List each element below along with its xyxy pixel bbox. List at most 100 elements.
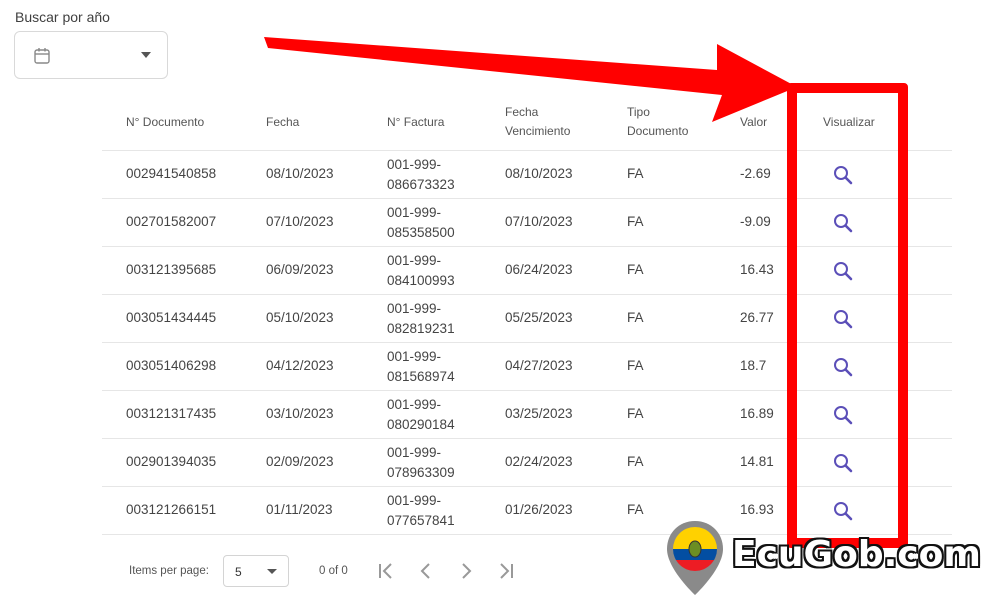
cell-factura-line: 001-999-: [387, 349, 442, 364]
cell-valor: 26.77: [740, 310, 774, 325]
cell-documento: 003121266151: [126, 502, 217, 517]
year-picker[interactable]: [14, 31, 168, 79]
cell-tipo: FA: [627, 502, 644, 517]
chevron-left-icon[interactable]: [414, 559, 438, 583]
table-row: 002701582007 07/10/2023 07/10/2023 FA -9.09 0…: [102, 199, 952, 247]
search-icon: [834, 454, 853, 473]
cell-vencimiento: 01/26/2023: [505, 502, 573, 517]
header-vencimiento[interactable]: Fecha Vencimiento: [505, 103, 570, 141]
cell-factura: 001-999- 082819231: [387, 299, 455, 339]
header-factura[interactable]: N° Factura: [387, 113, 444, 132]
cell-factura-line: 085358500: [387, 225, 455, 240]
table-header: N° Documento Fecha N° Factura Fecha Venc…: [102, 90, 952, 151]
view-document-button[interactable]: [828, 209, 858, 237]
cell-documento: 002701582007: [126, 214, 217, 229]
cell-factura: 001-999- 078963309: [387, 443, 455, 483]
cell-valor: 16.43: [740, 262, 774, 277]
cell-factura-line: 086673323: [387, 177, 455, 192]
cell-fecha: 06/09/2023: [266, 262, 334, 277]
cell-factura-line: 081568974: [387, 369, 455, 384]
cell-factura: 001-999- 086673323: [387, 155, 455, 195]
cell-vencimiento: 05/25/2023: [505, 310, 573, 325]
table-row: 002901394035 02/09/2023 02/24/2023 FA 14.81 0…: [102, 439, 952, 487]
cell-fecha: 07/10/2023: [266, 214, 334, 229]
cell-factura: 001-999- 077657841: [387, 491, 455, 531]
cell-valor: 16.89: [740, 406, 774, 421]
cell-fecha: 01/11/2023: [266, 502, 333, 517]
table-row: 003051434445 05/10/2023 05/25/2023 FA 26.77 0…: [102, 295, 952, 343]
cell-fecha: 05/10/2023: [266, 310, 334, 325]
view-document-button[interactable]: [828, 161, 858, 189]
chevron-right-icon[interactable]: [454, 559, 478, 583]
page-range: 0 of 0: [319, 565, 348, 577]
cell-factura-line: 077657841: [387, 513, 455, 528]
search-icon: [834, 214, 853, 233]
cell-tipo: FA: [627, 454, 644, 469]
cell-factura: 001-999- 085358500: [387, 203, 455, 243]
cell-tipo: FA: [627, 406, 644, 421]
search-icon: [834, 310, 853, 329]
search-icon: [834, 406, 853, 425]
cell-documento: 003121317435: [126, 406, 217, 421]
cell-documento: 003051406298: [126, 358, 217, 373]
table-row: 003121317435 03/10/2023 03/25/2023 FA 16.89 0…: [102, 391, 952, 439]
search-icon: [834, 358, 853, 377]
view-document-button[interactable]: [828, 353, 858, 381]
cell-fecha: 02/09/2023: [266, 454, 334, 469]
brand-text: EcuGob.com: [732, 534, 981, 575]
header-tipo-line1: Tipo: [627, 105, 650, 119]
view-document-button[interactable]: [828, 449, 858, 477]
cell-factura: 001-999- 081568974: [387, 347, 455, 387]
cell-fecha: 04/12/2023: [266, 358, 334, 373]
ecugob-watermark: EcuGob.com: [664, 519, 994, 599]
items-per-page-select[interactable]: 5: [223, 555, 289, 587]
header-valor[interactable]: Valor: [740, 113, 767, 132]
cell-valor: -9.09: [740, 214, 771, 229]
header-fecha[interactable]: Fecha: [266, 113, 299, 132]
pagination: Items per page: 5 0 of 0: [102, 548, 662, 598]
cell-vencimiento: 06/24/2023: [505, 262, 573, 277]
ecuador-map-pin-icon: [667, 521, 723, 595]
search-year-label: Buscar por año: [15, 9, 110, 25]
cell-documento: 002901394035: [126, 454, 217, 469]
items-per-page-label: Items per page:: [129, 565, 209, 577]
header-tipo-line2: Documento: [627, 124, 689, 138]
last-page-icon[interactable]: [494, 559, 518, 583]
cell-tipo: FA: [627, 214, 644, 229]
cell-vencimiento: 07/10/2023: [505, 214, 573, 229]
cell-factura-line: 001-999-: [387, 157, 442, 172]
header-documento[interactable]: N° Documento: [126, 113, 204, 132]
table-body: 002941540858 08/10/2023 08/10/2023 FA -2.69 0…: [102, 151, 952, 535]
cell-vencimiento: 03/25/2023: [505, 406, 573, 421]
search-icon: [834, 166, 853, 185]
chevron-down-icon: [267, 569, 277, 574]
cell-factura: 001-999- 080290184: [387, 395, 455, 435]
cell-valor: -2.69: [740, 166, 771, 181]
cell-factura-line: 001-999-: [387, 253, 442, 268]
view-document-button[interactable]: [828, 305, 858, 333]
first-page-icon[interactable]: [374, 559, 398, 583]
header-tipo[interactable]: Tipo Documento: [627, 103, 688, 141]
cell-documento: 003121395685: [126, 262, 217, 277]
cell-vencimiento: 02/24/2023: [505, 454, 573, 469]
cell-factura-line: 001-999-: [387, 301, 442, 316]
table-row: 002941540858 08/10/2023 08/10/2023 FA -2.69 0…: [102, 151, 952, 199]
search-icon: [834, 262, 853, 281]
chevron-down-icon[interactable]: [141, 52, 151, 58]
header-vencimiento-line2: Vencimiento: [505, 124, 571, 138]
cell-fecha: 03/10/2023: [266, 406, 334, 421]
cell-factura: 001-999- 084100993: [387, 251, 455, 291]
view-document-button[interactable]: [828, 401, 858, 429]
table-row: 003121395685 06/09/2023 06/24/2023 FA 16.43 0…: [102, 247, 952, 295]
cell-tipo: FA: [627, 358, 644, 373]
cell-vencimiento: 04/27/2023: [505, 358, 573, 373]
view-document-button[interactable]: [828, 257, 858, 285]
cell-valor: 14.81: [740, 454, 774, 469]
cell-fecha: 08/10/2023: [266, 166, 334, 181]
cell-tipo: FA: [627, 262, 644, 277]
cell-tipo: FA: [627, 166, 644, 181]
table-row: 003051406298 04/12/2023 04/27/2023 FA 18.7 00…: [102, 343, 952, 391]
cell-valor: 18.7: [740, 358, 767, 373]
cell-factura-line: 001-999-: [387, 493, 442, 508]
header-vencimiento-line1: Fecha: [505, 105, 539, 119]
